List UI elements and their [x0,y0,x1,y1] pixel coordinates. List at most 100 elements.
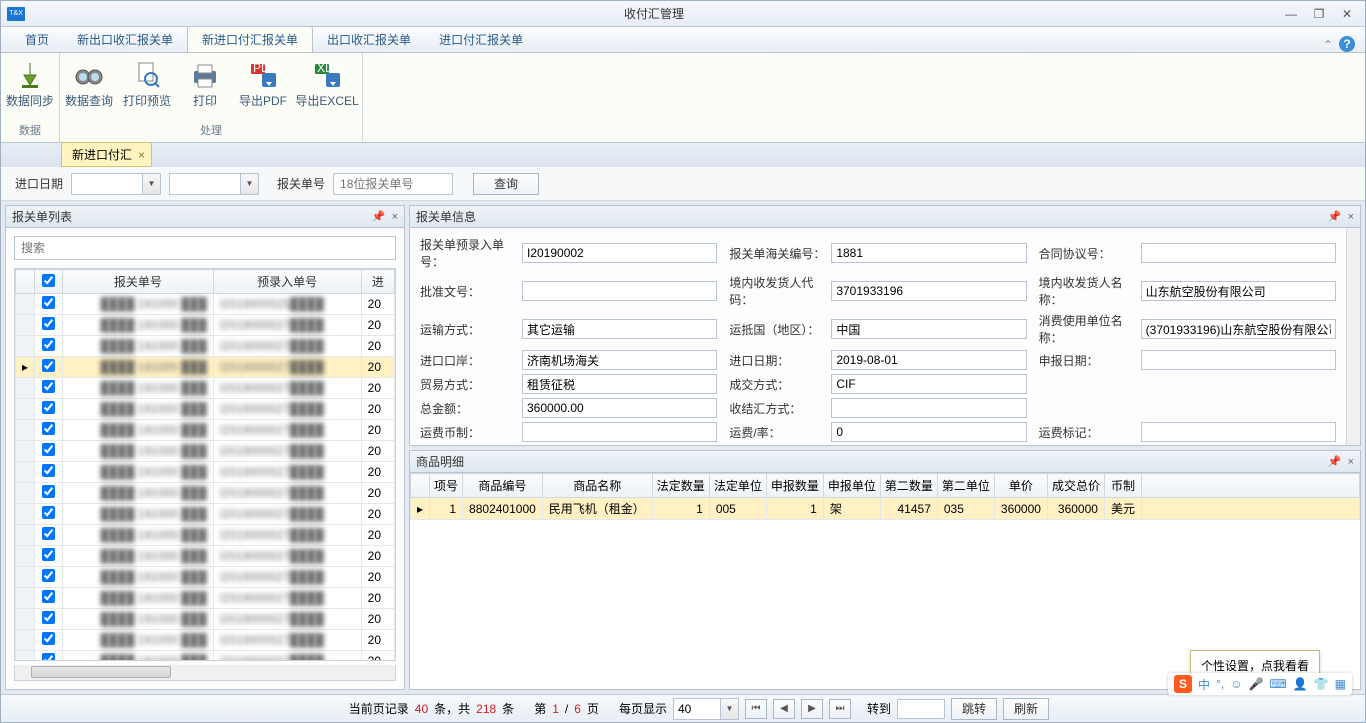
table-row[interactable]: ████ 191000 ███I2019000027████20 [16,651,395,662]
row-checkbox[interactable] [42,401,55,414]
row-checkbox[interactable] [42,380,55,393]
settle-field[interactable] [831,398,1026,418]
per-page-select[interactable]: ▼ [673,698,739,720]
freight-mark-field[interactable] [1141,422,1336,442]
query-button[interactable]: 数据查询 [60,55,118,118]
panel-close-icon[interactable]: × [1348,456,1354,468]
consignor-name-field[interactable] [1141,281,1336,301]
ime-lang[interactable]: 中 [1198,676,1210,693]
table-row[interactable]: ████ 191000 ███I2019000027████20 [16,462,395,483]
doc-tab-close-icon[interactable]: × [138,148,145,162]
panel-close-icon[interactable]: × [1348,211,1354,223]
export-pdf-button[interactable]: PDF 导出PDF [234,55,292,118]
pin-icon[interactable]: 📌 [372,210,386,223]
table-row[interactable]: ████ 191000 ███I2019000027████20 [16,420,395,441]
row-checkbox[interactable] [42,338,55,351]
table-row[interactable]: ████ 191000 ███I2019000027████20 [16,483,395,504]
table-row[interactable]: ▸ 1 8802401000 民用飞机（租金） 1 005 1 架 41457 … [411,498,1360,520]
refresh-button[interactable]: 刷新 [1003,698,1049,720]
import-date-from[interactable]: ▼ [71,173,161,195]
main-tab[interactable]: 新出口收汇报关单 [63,27,187,52]
total-field[interactable] [522,398,717,418]
table-row[interactable]: ████ 191000 ███I2019000027████20 [16,315,395,336]
row-checkbox[interactable] [42,296,55,309]
export-excel-button[interactable]: XLS 导出EXCEL [292,55,362,118]
pre-entry-field[interactable] [522,243,717,263]
row-checkbox[interactable] [42,527,55,540]
panel-close-icon[interactable]: × [392,211,398,223]
main-tab[interactable]: 新进口付汇报关单 [187,26,313,52]
customs-no-field[interactable] [831,243,1026,263]
print-button[interactable]: 打印 [176,55,234,118]
table-row[interactable]: ▸████ 191000 ███I2019000027████20 [16,357,395,378]
row-checkbox[interactable] [42,611,55,624]
horizontal-scrollbar[interactable] [14,665,396,681]
row-checkbox[interactable] [42,485,55,498]
row-checkbox[interactable] [42,317,55,330]
print-preview-button[interactable]: 打印预览 [118,55,176,118]
row-checkbox[interactable] [42,632,55,645]
deal-field[interactable] [831,374,1026,394]
ime-voice-icon[interactable]: 🎤 [1248,677,1263,691]
table-row[interactable]: ████ 191000 ███I2019000027████20 [16,567,395,588]
table-row[interactable]: ████ 191000 ███I2019000027████20 [16,546,395,567]
contract-field[interactable] [1141,243,1336,263]
vertical-scrollbar[interactable] [1346,228,1360,445]
sogou-logo-icon[interactable]: S [1174,675,1192,693]
table-row[interactable]: ████ 191000 ███I2019000027████20 [16,504,395,525]
pin-icon[interactable]: 📌 [1328,210,1342,223]
row-checkbox[interactable] [42,653,55,661]
doc-tab-import[interactable]: 新进口付汇 × [61,142,152,167]
goods-detail-grid[interactable]: 项号商品编号商品名称法定数量法定单位申报数量申报单位第二数量第二单位单价成交总价… [410,473,1360,520]
import-date-to[interactable]: ▼ [169,173,259,195]
goto-page-input[interactable] [897,699,945,719]
row-checkbox[interactable] [42,590,55,603]
ship-country-field[interactable] [831,319,1026,339]
ime-emoji-icon[interactable]: ☺ [1230,677,1242,691]
user-unit-field[interactable] [1141,319,1336,339]
query-filter-button[interactable]: 查询 [473,173,539,195]
consignor-code-field[interactable] [831,281,1026,301]
chevron-down-icon[interactable]: ▼ [240,174,258,194]
prev-page-button[interactable]: ◀ [773,699,795,719]
ime-toolbox-icon[interactable]: ▦ [1335,677,1346,691]
table-row[interactable]: ████ 191000 ███I2019000027████20 [16,399,395,420]
table-row[interactable]: ████ 191000 ███I2019000027████20 [16,609,395,630]
ime-person-icon[interactable]: 👤 [1293,677,1308,691]
import-date-field[interactable] [831,350,1026,370]
table-row[interactable]: ████ 191000 ███I2019000027████20 [16,630,395,651]
port-field[interactable] [522,350,717,370]
row-checkbox[interactable] [42,359,55,372]
last-page-button[interactable]: ⏭ [829,699,851,719]
declare-date-field[interactable] [1141,350,1336,370]
main-tab[interactable]: 进口付汇报关单 [425,27,537,52]
table-row[interactable]: ████ 191000 ███I2019000027████20 [16,441,395,462]
table-row[interactable]: ████ 191000 ███I2019000027████20 [16,588,395,609]
table-row[interactable]: ████ 191000 ███I2019000027████20 [16,378,395,399]
sync-button[interactable]: 数据同步 [1,55,59,118]
ribbon-collapse-icon[interactable]: ⌃ [1323,38,1333,52]
ime-skin-icon[interactable]: 👕 [1314,677,1329,691]
row-checkbox[interactable] [42,422,55,435]
ime-toolbar[interactable]: S 中 °, ☺ 🎤 ⌨ 👤 👕 ▦ [1168,673,1352,695]
ime-punct[interactable]: °, [1216,677,1224,691]
table-row[interactable]: ████ 191000 ███I2019000027████20 [16,336,395,357]
freight-rate-field[interactable] [831,422,1026,442]
help-icon[interactable]: ? [1339,36,1355,52]
next-page-button[interactable]: ▶ [801,699,823,719]
row-checkbox[interactable] [42,548,55,561]
trade-field[interactable] [522,374,717,394]
declarations-grid[interactable]: 报关单号预录入单号进 ████ 191000 ███I2019000025███… [15,269,395,661]
freight-curr-field[interactable] [522,422,717,442]
approval-field[interactable] [522,281,717,301]
first-page-button[interactable]: ⏮ [745,699,767,719]
ime-keyboard-icon[interactable]: ⌨ [1269,677,1286,691]
close-button[interactable]: ✕ [1335,6,1359,22]
pin-icon[interactable]: 📌 [1328,455,1342,468]
row-checkbox[interactable] [42,569,55,582]
select-all-checkbox[interactable] [42,274,55,287]
row-checkbox[interactable] [42,443,55,456]
row-checkbox[interactable] [42,464,55,477]
main-tab[interactable]: 出口收汇报关单 [313,27,425,52]
jump-button[interactable]: 跳转 [951,698,997,720]
